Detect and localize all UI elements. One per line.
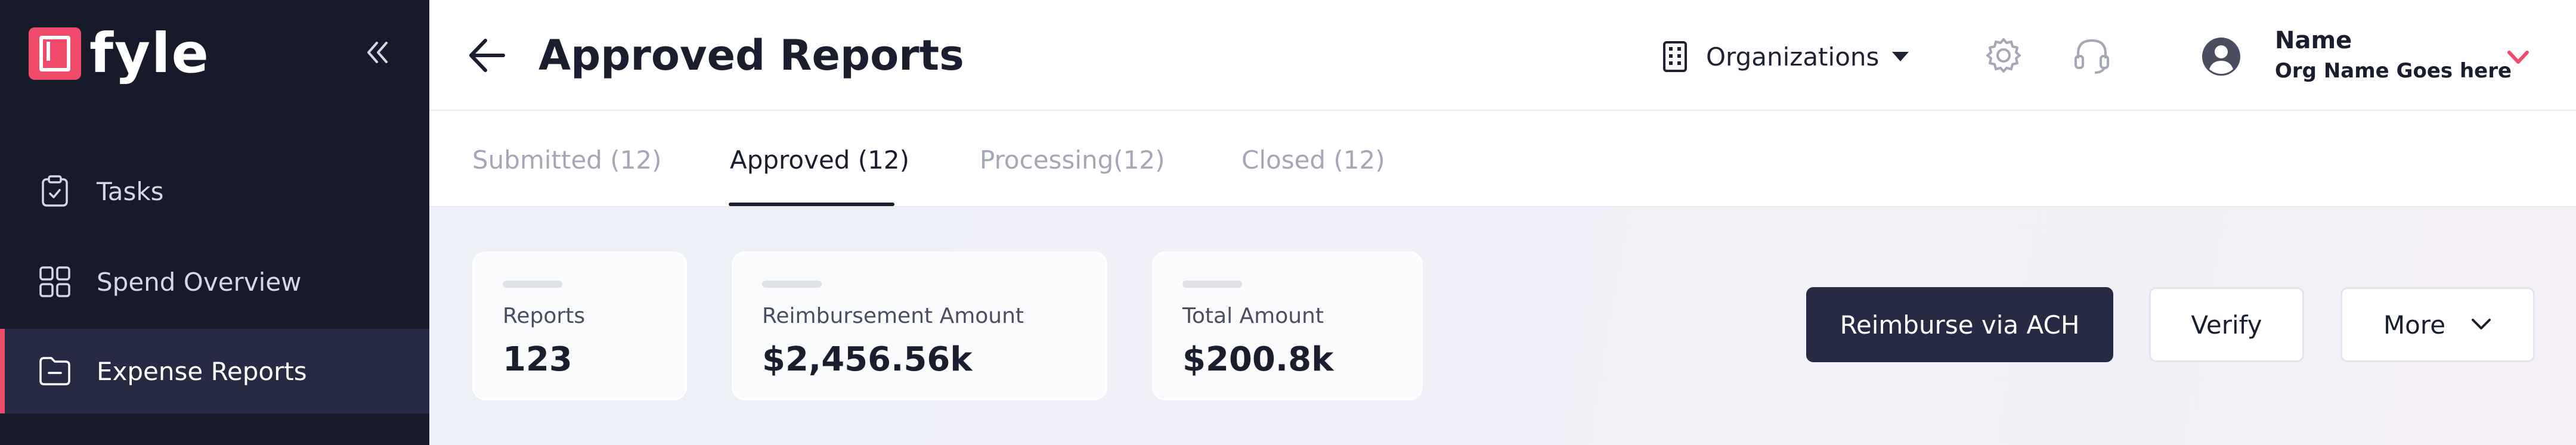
skeleton-line — [1182, 281, 1242, 288]
arrow-left-icon — [469, 39, 505, 72]
more-label: More — [2383, 310, 2446, 340]
sidebar-item-tasks[interactable]: Tasks — [0, 149, 429, 234]
active-indicator — [0, 329, 5, 413]
more-button[interactable]: More — [2340, 287, 2535, 362]
user-org-name: Org Name Goes here — [2275, 59, 2512, 83]
sidebar: fyle Tasks Spend Overview Expense Report… — [0, 0, 429, 445]
tab-closed[interactable]: Closed (12) — [1241, 145, 1385, 175]
stat-label: Reports — [503, 304, 586, 328]
skeleton-line — [762, 281, 822, 288]
reimburse-via-ach-button[interactable]: Reimburse via ACH — [1806, 287, 2113, 362]
tab-processing[interactable]: Processing(12) — [980, 145, 1165, 175]
chevron-down-icon — [2472, 319, 2491, 329]
stat-label: Reimbursement Amount — [762, 304, 1024, 328]
fyle-logo-icon — [29, 27, 81, 80]
reports-summary-area: Reports 123 Reimbursement Amount $2,456.… — [429, 207, 2576, 445]
user-circle-icon — [2202, 38, 2240, 76]
top-header: Approved Reports Organizations Name Org … — [429, 0, 2576, 111]
collapse-sidebar-button[interactable] — [361, 36, 395, 69]
verify-button[interactable]: Verify — [2149, 287, 2304, 362]
active-tab-indicator — [729, 203, 894, 206]
sidebar-item-label: Tasks — [97, 176, 164, 206]
stat-card-total-amount: Total Amount $200.8k — [1152, 251, 1423, 400]
organizations-dropdown[interactable]: Organizations — [1661, 39, 1909, 74]
organizations-label: Organizations — [1706, 42, 1880, 71]
user-menu-toggle[interactable] — [2504, 48, 2532, 68]
brand-name: fyle — [89, 21, 210, 85]
sidebar-item-label: Expense Reports — [97, 356, 307, 386]
stat-value: $200.8k — [1182, 340, 1334, 379]
tab-submitted[interactable]: Submitted (12) — [472, 145, 662, 175]
support-button[interactable] — [2071, 35, 2113, 76]
sidebar-item-label: Spend Overview — [97, 267, 302, 297]
headset-icon — [2075, 39, 2109, 74]
clipboard-check-icon — [42, 175, 68, 207]
double-chevron-left-icon — [367, 42, 388, 63]
settings-button[interactable] — [1983, 35, 2024, 76]
stat-value: 123 — [503, 340, 572, 379]
sidebar-item-spend-overview[interactable]: Spend Overview — [0, 239, 429, 324]
tab-approved[interactable]: Approved (12) — [730, 145, 909, 175]
avatar[interactable] — [2200, 36, 2242, 77]
caret-down-icon — [1892, 52, 1909, 61]
gear-icon — [1986, 38, 2021, 73]
user-name: Name — [2275, 27, 2352, 54]
sidebar-item-expense-reports[interactable]: Expense Reports — [0, 329, 429, 413]
folder-minus-icon — [39, 357, 70, 385]
skeleton-line — [503, 281, 562, 288]
stat-card-reports: Reports 123 — [472, 251, 687, 400]
stat-value: $2,456.56k — [762, 340, 973, 379]
back-button[interactable] — [466, 36, 508, 75]
stat-label: Total Amount — [1182, 304, 1324, 328]
page-title: Approved Reports — [538, 31, 964, 80]
stat-card-reimbursement-amount: Reimbursement Amount $2,456.56k — [732, 251, 1107, 400]
chevron-down-icon — [2507, 51, 2529, 64]
report-status-tabs: Submitted (12) Approved (12) Processing(… — [429, 111, 2576, 207]
building-icon — [1663, 41, 1687, 72]
grid-icon — [39, 266, 70, 297]
